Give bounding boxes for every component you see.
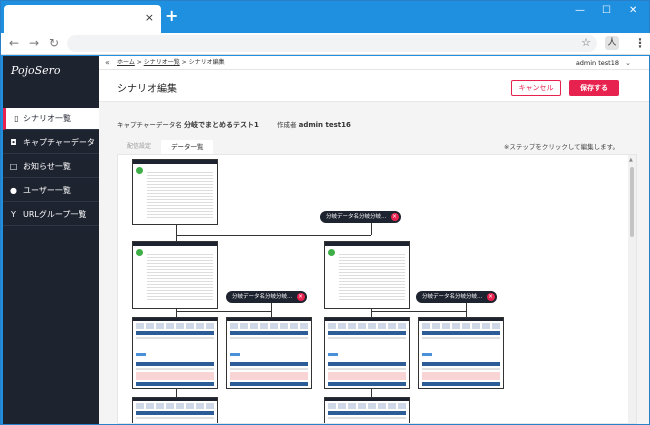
main-content: « ホーム > シナリオ一覧 > シナリオ編集 admin test18 ⌄ シ… xyxy=(99,56,649,424)
scroll-up-icon[interactable]: ▲ xyxy=(629,157,633,163)
forward-icon[interactable]: → xyxy=(29,36,39,50)
scenario-meta: キャプチャーデータ名 分岐でまとめるテスト1 作成者 admin test16 xyxy=(117,119,351,130)
breadcrumb-home[interactable]: ホーム xyxy=(117,59,135,66)
branch-label[interactable]: 分岐データ名分岐分岐… × xyxy=(416,291,497,303)
branch-label-text: 分岐データ名分岐分岐… xyxy=(232,294,293,300)
browser-toolbar: ← → ↻ ☆ 人 ⋮ xyxy=(1,33,650,55)
branch-label-text: 分岐データ名分岐分岐… xyxy=(422,294,483,300)
step-thumbnail[interactable] xyxy=(132,317,218,389)
page-header: シナリオ編集 キャンセル 保存する xyxy=(99,70,649,102)
remove-branch-icon[interactable]: × xyxy=(390,213,399,221)
address-bar[interactable]: ☆ xyxy=(67,35,597,52)
sidebar: PojoSero ▯ シナリオ一覧 ◘ キャプチャーデータ □ お知らせ一覧 ●… xyxy=(3,56,99,424)
sidebar-item-label: ユーザー一覧 xyxy=(23,186,71,195)
tab-data-list[interactable]: データ一覧 xyxy=(161,140,213,154)
step-thumbnail[interactable] xyxy=(324,241,410,309)
step-thumbnail[interactable] xyxy=(132,241,218,309)
sidebar-item-notices[interactable]: □ お知らせ一覧 xyxy=(3,156,99,178)
branch-label-text: 分岐データ名分岐分岐… xyxy=(326,214,387,220)
browser-menu-icon[interactable]: ⋮ xyxy=(634,35,646,51)
reload-icon[interactable]: ↻ xyxy=(49,36,59,50)
bookmark-star-icon[interactable]: ☆ xyxy=(581,36,591,50)
capture-value: 分岐でまとめるテスト1 xyxy=(184,121,259,129)
extension-icon[interactable]: 人 xyxy=(605,36,619,50)
connector-line xyxy=(466,303,467,317)
author-label: 作成者 xyxy=(277,121,297,129)
browser-tab[interactable]: × xyxy=(4,5,161,33)
breadcrumb-separator: > xyxy=(181,59,187,66)
branch-label[interactable]: 分岐データ名分岐分岐… × xyxy=(320,211,401,223)
new-tab-icon[interactable]: + xyxy=(165,7,178,25)
connector-line xyxy=(176,389,177,397)
tab-close-icon[interactable]: × xyxy=(145,11,154,25)
user-menu[interactable]: admin test18 xyxy=(576,56,619,70)
branch-label[interactable]: 分岐データ名分岐分岐… × xyxy=(226,291,307,303)
breadcrumb-separator: > xyxy=(136,59,142,66)
content-tabs: 配信設定 データ一覧 ※ステップをクリックして編集します。 xyxy=(117,140,649,154)
remove-branch-icon[interactable]: × xyxy=(486,293,495,301)
canvas-scrollbar[interactable]: ▲ xyxy=(628,155,636,423)
capture-label: キャプチャーデータ名 xyxy=(117,121,182,129)
author-value: admin test16 xyxy=(298,121,351,129)
app-viewport: PojoSero ▯ シナリオ一覧 ◘ キャプチャーデータ □ お知らせ一覧 ●… xyxy=(3,56,649,424)
connector-line xyxy=(176,235,371,236)
sidebar-item-scenarios[interactable]: ▯ シナリオ一覧 xyxy=(3,108,99,130)
save-button[interactable]: 保存する xyxy=(569,80,619,96)
connector-line xyxy=(176,225,177,235)
logo: PojoSero xyxy=(11,64,61,77)
breadcrumb-scenarios[interactable]: シナリオ一覧 xyxy=(144,59,180,66)
connector-line xyxy=(176,311,271,312)
scrollbar-thumb[interactable] xyxy=(630,167,634,237)
chevron-down-icon[interactable]: ⌄ xyxy=(625,56,631,70)
back-icon[interactable]: ← xyxy=(9,36,19,50)
cancel-button[interactable]: キャンセル xyxy=(511,80,561,96)
sidebar-item-url-groups[interactable]: Y URLグループ一覧 xyxy=(3,204,99,226)
maximize-icon[interactable]: ☐ xyxy=(602,5,611,17)
connector-line xyxy=(371,223,372,235)
step-thumbnail[interactable] xyxy=(132,159,218,225)
close-window-icon[interactable]: ✕ xyxy=(629,5,637,17)
collapse-sidebar-icon[interactable]: « xyxy=(105,56,110,70)
branch-icon: Y xyxy=(11,210,16,219)
remove-branch-icon[interactable]: × xyxy=(296,293,305,301)
connector-line xyxy=(371,311,466,312)
sidebar-item-label: キャプチャーデータ xyxy=(23,138,95,147)
breadcrumb-current: シナリオ編集 xyxy=(188,59,225,66)
breadcrumb: ホーム > シナリオ一覧 > シナリオ編集 xyxy=(117,56,225,70)
camera-icon: ◘ xyxy=(10,138,17,147)
browser-window: × + — ☐ ✕ ← → ↻ ☆ 人 ⋮ PojoSero ▯ シナリオ一覧 … xyxy=(0,0,650,425)
document-icon: ▯ xyxy=(14,114,19,123)
user-icon: ● xyxy=(10,186,17,195)
sidebar-item-label: URLグループ一覧 xyxy=(23,210,87,219)
tab-delivery-settings[interactable]: 配信設定 xyxy=(117,140,161,154)
step-thumbnail[interactable] xyxy=(132,397,218,423)
step-thumbnail[interactable] xyxy=(418,317,504,389)
sidebar-item-label: お知らせ一覧 xyxy=(23,162,71,171)
step-thumbnail[interactable] xyxy=(324,397,410,423)
step-thumbnail[interactable] xyxy=(226,317,312,389)
sidebar-item-label: シナリオ一覧 xyxy=(23,114,71,123)
connector-line xyxy=(371,389,372,397)
minimize-icon[interactable]: — xyxy=(575,5,585,17)
top-bar: « ホーム > シナリオ一覧 > シナリオ編集 admin test18 ⌄ xyxy=(99,56,649,70)
sidebar-item-users[interactable]: ● ユーザー一覧 xyxy=(3,180,99,202)
step-thumbnail[interactable] xyxy=(324,317,410,389)
page-title: シナリオ編集 xyxy=(117,84,177,95)
flow-canvas: 分岐データ名分岐分岐… × 分岐データ名分岐分岐… × 分岐データ名分岐分岐… … xyxy=(117,154,637,424)
notice-icon: □ xyxy=(9,162,18,171)
connector-line xyxy=(271,303,272,317)
sidebar-item-capture[interactable]: ◘ キャプチャーデータ xyxy=(3,132,99,154)
tab-strip: × + — ☐ ✕ xyxy=(1,1,650,33)
edit-hint: ※ステップをクリックして編集します。 xyxy=(503,143,619,151)
